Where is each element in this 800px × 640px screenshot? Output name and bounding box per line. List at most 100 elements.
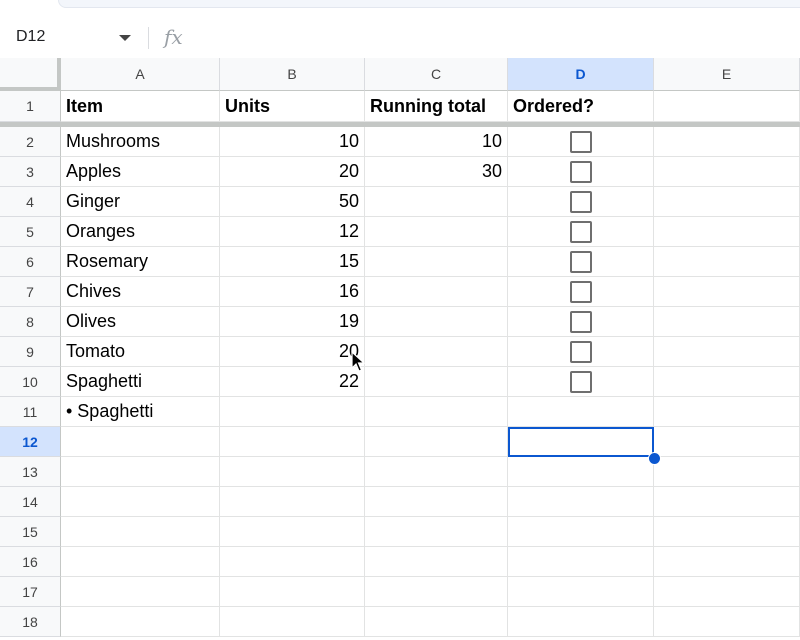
checkbox-ordered[interactable] (569, 250, 592, 273)
cell-a18[interactable] (61, 607, 220, 637)
cell-a8[interactable]: Olives (61, 307, 220, 337)
checkbox-ordered[interactable] (569, 280, 592, 303)
cell-b4[interactable]: 50 (220, 187, 365, 217)
row-header-16[interactable]: 16 (0, 547, 61, 577)
cell-d8[interactable] (508, 307, 654, 337)
chevron-down-icon[interactable] (119, 35, 131, 41)
column-header-e[interactable]: E (654, 58, 800, 91)
cell-e14[interactable] (654, 487, 800, 517)
row-header-3[interactable]: 3 (0, 157, 61, 187)
cell-c6[interactable] (365, 247, 508, 277)
column-header-d[interactable]: D (508, 58, 654, 91)
cell-c18[interactable] (365, 607, 508, 637)
cell-a1[interactable]: Item (61, 91, 220, 122)
cell-b17[interactable] (220, 577, 365, 607)
row-header-2[interactable]: 2 (0, 127, 61, 157)
cell-e1[interactable] (654, 91, 800, 122)
cell-e8[interactable] (654, 307, 800, 337)
cell-b13[interactable] (220, 457, 365, 487)
row-header-10[interactable]: 10 (0, 367, 61, 397)
cell-a17[interactable] (61, 577, 220, 607)
cell-c10[interactable] (365, 367, 508, 397)
row-header-12[interactable]: 12 (0, 427, 61, 457)
cell-e9[interactable] (654, 337, 800, 367)
cell-c7[interactable] (365, 277, 508, 307)
checkbox-ordered[interactable] (569, 190, 592, 213)
column-header-b[interactable]: B (220, 58, 365, 91)
cell-d9[interactable] (508, 337, 654, 367)
cell-b1[interactable]: Units (220, 91, 365, 122)
cell-a16[interactable] (61, 547, 220, 577)
cell-a4[interactable]: Ginger (61, 187, 220, 217)
row-header-9[interactable]: 9 (0, 337, 61, 367)
cell-a6[interactable]: Rosemary (61, 247, 220, 277)
cell-a9[interactable]: Tomato (61, 337, 220, 367)
cell-a15[interactable] (61, 517, 220, 547)
cell-d17[interactable] (508, 577, 654, 607)
cell-b5[interactable]: 12 (220, 217, 365, 247)
formula-input[interactable] (198, 24, 788, 52)
cell-b3[interactable]: 20 (220, 157, 365, 187)
cell-c16[interactable] (365, 547, 508, 577)
cell-e17[interactable] (654, 577, 800, 607)
cell-d14[interactable] (508, 487, 654, 517)
cell-c1[interactable]: Running total (365, 91, 508, 122)
cell-e18[interactable] (654, 607, 800, 637)
cell-b8[interactable]: 19 (220, 307, 365, 337)
fill-handle[interactable] (648, 452, 661, 465)
cell-b7[interactable]: 16 (220, 277, 365, 307)
cell-d1[interactable]: Ordered? (508, 91, 654, 122)
cell-b16[interactable] (220, 547, 365, 577)
cell-b2[interactable]: 10 (220, 127, 365, 157)
cell-b9[interactable]: 20 (220, 337, 365, 367)
cell-a11[interactable]: • Spaghetti (61, 397, 220, 427)
cell-b10[interactable]: 22 (220, 367, 365, 397)
cell-a13[interactable] (61, 457, 220, 487)
cell-a3[interactable]: Apples (61, 157, 220, 187)
cell-e13[interactable] (654, 457, 800, 487)
cell-c11[interactable] (365, 397, 508, 427)
cell-d3[interactable] (508, 157, 654, 187)
cell-d13[interactable] (508, 457, 654, 487)
cell-c14[interactable] (365, 487, 508, 517)
checkbox-ordered[interactable] (569, 220, 592, 243)
cell-c5[interactable] (365, 217, 508, 247)
cell-c3[interactable]: 30 (365, 157, 508, 187)
cell-e15[interactable] (654, 517, 800, 547)
cell-c9[interactable] (365, 337, 508, 367)
cell-e16[interactable] (654, 547, 800, 577)
cell-e11[interactable] (654, 397, 800, 427)
cell-d6[interactable] (508, 247, 654, 277)
name-box[interactable]: D12 (0, 18, 145, 58)
cell-c13[interactable] (365, 457, 508, 487)
row-header-15[interactable]: 15 (0, 517, 61, 547)
frozen-row-divider[interactable] (0, 122, 800, 127)
cell-a7[interactable]: Chives (61, 277, 220, 307)
cell-b14[interactable] (220, 487, 365, 517)
row-header-7[interactable]: 7 (0, 277, 61, 307)
cell-c4[interactable] (365, 187, 508, 217)
cell-e3[interactable] (654, 157, 800, 187)
cell-d15[interactable] (508, 517, 654, 547)
cell-a5[interactable]: Oranges (61, 217, 220, 247)
cell-e6[interactable] (654, 247, 800, 277)
cell-d5[interactable] (508, 217, 654, 247)
selected-cell-outline[interactable] (508, 427, 654, 457)
cell-e2[interactable] (654, 127, 800, 157)
cell-c2[interactable]: 10 (365, 127, 508, 157)
cell-c17[interactable] (365, 577, 508, 607)
cell-e5[interactable] (654, 217, 800, 247)
row-header-8[interactable]: 8 (0, 307, 61, 337)
cell-d18[interactable] (508, 607, 654, 637)
row-header-18[interactable]: 18 (0, 607, 61, 637)
cell-d16[interactable] (508, 547, 654, 577)
cell-d11[interactable] (508, 397, 654, 427)
cell-e4[interactable] (654, 187, 800, 217)
row-header-5[interactable]: 5 (0, 217, 61, 247)
cell-b15[interactable] (220, 517, 365, 547)
cell-a12[interactable] (61, 427, 220, 457)
cell-a2[interactable]: Mushrooms (61, 127, 220, 157)
checkbox-ordered[interactable] (569, 310, 592, 333)
cell-d4[interactable] (508, 187, 654, 217)
cell-b18[interactable] (220, 607, 365, 637)
